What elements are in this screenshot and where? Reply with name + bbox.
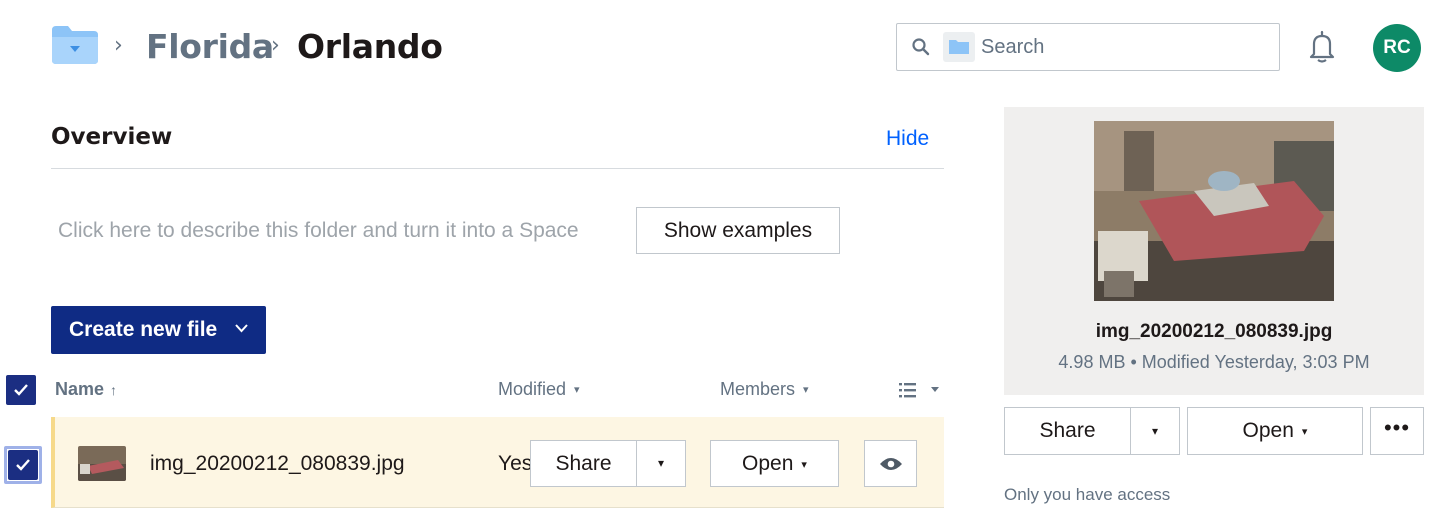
list-view-icon	[899, 383, 939, 398]
folder-icon[interactable]	[52, 26, 98, 64]
create-new-file-button[interactable]: Create new file	[51, 306, 266, 354]
preview-button[interactable]	[864, 440, 917, 487]
breadcrumb-separator: ›	[271, 33, 280, 58]
checkmark-icon	[16, 459, 30, 471]
preview-share-button[interactable]: Share	[1004, 407, 1131, 455]
row-checkbox[interactable]	[8, 450, 38, 480]
search-input[interactable]	[981, 32, 1261, 62]
caret-down-icon: ▾	[1301, 425, 1308, 438]
overview-title: Overview	[51, 124, 173, 150]
chevron-down-icon	[235, 324, 248, 333]
search-icon	[912, 38, 930, 56]
share-button[interactable]: Share	[530, 440, 637, 487]
column-header-modified[interactable]: Modified ▾	[498, 379, 580, 400]
folder-description-prompt[interactable]: Click here to describe this folder and t…	[58, 219, 579, 243]
access-info: Only you have access	[1004, 485, 1171, 504]
bell-icon[interactable]	[1306, 30, 1338, 64]
file-thumbnail[interactable]	[78, 446, 126, 481]
preview-share-options-dropdown[interactable]: ▾	[1130, 407, 1180, 455]
preview-file-meta: 4.98 MB • Modified Yesterday, 3:03 PM	[1058, 352, 1370, 372]
search-scope-folder-icon[interactable]	[943, 32, 975, 62]
eye-icon	[880, 458, 902, 470]
create-new-file-label: Create new file	[69, 318, 218, 341]
checkmark-icon	[14, 384, 28, 396]
select-all-checkbox[interactable]	[6, 375, 36, 405]
open-button[interactable]: Open ▾	[710, 440, 839, 487]
avatar[interactable]: RC	[1373, 24, 1421, 72]
file-name[interactable]: img_20200212_080839.jpg	[150, 452, 405, 476]
caret-down-icon: ▾	[574, 383, 580, 396]
caret-down-icon: ▾	[803, 383, 809, 396]
caret-down-icon: ▾	[801, 458, 807, 471]
more-actions-button[interactable]: •••	[1370, 407, 1424, 455]
overview-divider	[51, 168, 944, 169]
preview-file-name: img_20200212_080839.jpg	[1095, 321, 1333, 342]
share-options-dropdown[interactable]: ▾	[636, 440, 686, 487]
preview-open-button[interactable]: Open ▾	[1187, 407, 1363, 455]
column-header-members[interactable]: Members ▾	[720, 379, 809, 400]
breadcrumb-item-orlando: Orlando	[297, 27, 443, 66]
show-examples-button[interactable]: Show examples	[636, 207, 840, 254]
column-header-name[interactable]: Name ↑	[55, 379, 117, 400]
preview-image[interactable]	[1094, 121, 1334, 301]
search-box[interactable]	[896, 23, 1280, 71]
breadcrumb-separator: ›	[114, 33, 123, 58]
list-view-toggle[interactable]	[897, 380, 943, 400]
hide-overview-link[interactable]: Hide	[886, 127, 929, 151]
sort-ascending-icon: ↑	[110, 382, 118, 398]
file-modified: Yes	[498, 452, 533, 475]
breadcrumb-item-florida[interactable]: Florida	[146, 27, 274, 66]
